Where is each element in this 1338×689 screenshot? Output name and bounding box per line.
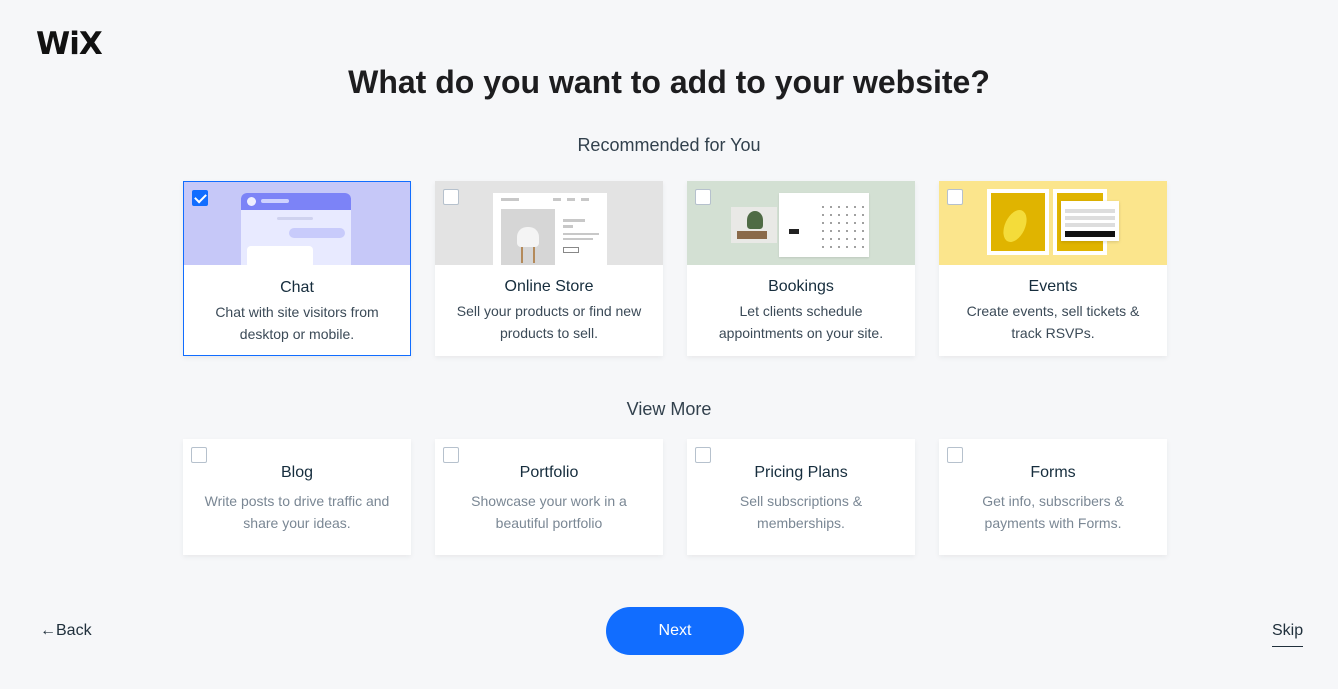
card-description: Chat with site visitors from desktop or … [215,304,379,342]
card-forms[interactable]: Forms Get info, subscribers & payments w… [939,439,1167,555]
events-thumbnail [939,181,1167,265]
events-checkbox[interactable] [947,189,963,205]
card-description: Write posts to drive traffic and share y… [204,493,390,531]
card-description: Get info, subscribers & payments with Fo… [982,493,1124,531]
card-portfolio[interactable]: Portfolio Showcase your work in a beauti… [435,439,663,555]
card-title: Forms [1030,464,1076,481]
chat-checkbox[interactable] [192,190,208,206]
card-title: Chat [280,279,314,296]
recommended-label: Recommended for You [577,135,761,155]
card-title: Blog [280,464,314,481]
card-blog[interactable]: Blog Write posts to drive traffic and sh… [183,439,411,555]
bookings-thumbnail [687,181,915,265]
pricing-plans-checkbox[interactable] [695,447,711,463]
card-events[interactable]: Events Create events, sell tickets & tra… [939,181,1167,356]
card-description: Let clients schedule appointments on you… [718,303,884,341]
card-chat[interactable]: Chat Chat with site visitors from deskto… [183,181,411,356]
next-button[interactable]: Next [606,607,744,655]
card-description: Create events, sell tickets & track RSVP… [966,303,1140,341]
chat-window-illustration [241,193,351,265]
card-title: Pricing Plans [754,464,848,481]
card-pricing-plans[interactable]: Pricing Plans Sell subscriptions & membe… [687,439,915,555]
chat-thumbnail [184,182,410,265]
card-description: Sell your products or find new products … [456,303,642,341]
card-description: Sell subscriptions & memberships. [739,493,863,531]
online-store-checkbox[interactable] [443,189,459,205]
card-title: Online Store [504,278,594,295]
wix-logo: WiX [36,26,103,62]
card-title: Portfolio [519,464,579,481]
view-more-label: View More [626,399,712,419]
bookings-checkbox[interactable] [695,189,711,205]
page-title: What do you want to add to your website? [348,64,990,100]
portfolio-checkbox[interactable] [443,447,459,463]
back-button[interactable]: ←Back [40,622,92,640]
online-store-thumbnail [435,181,663,265]
forms-checkbox[interactable] [947,447,963,463]
card-description: Showcase your work in a beautiful portfo… [471,493,627,531]
onboarding-page: WiX What do you want to add to your webs… [0,0,1338,689]
card-online-store[interactable]: Online Store Sell your products or find … [435,181,663,356]
card-title: Events [1028,278,1078,295]
blog-checkbox[interactable] [191,447,207,463]
card-bookings[interactable]: Bookings Let clients schedule appointmen… [687,181,915,356]
card-title: Bookings [768,278,834,295]
skip-link[interactable]: Skip [1272,622,1304,647]
